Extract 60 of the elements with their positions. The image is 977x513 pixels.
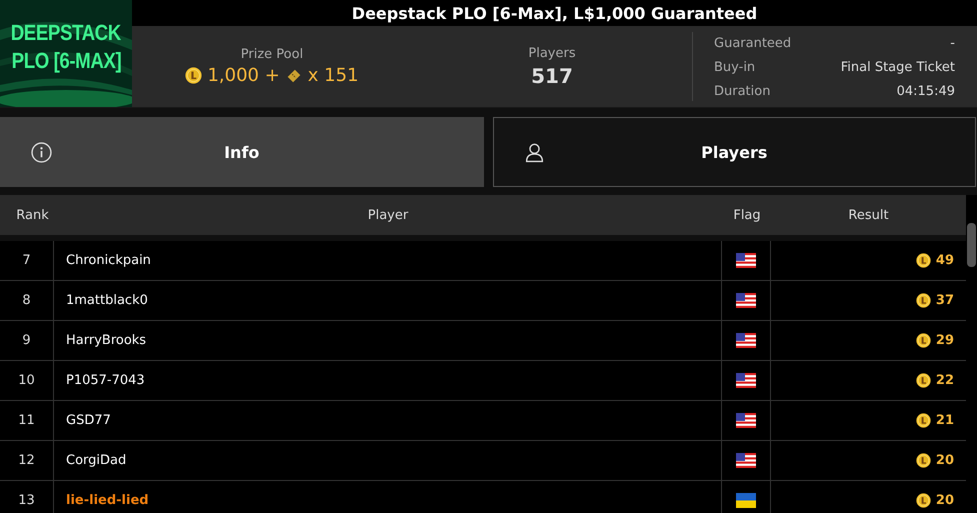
coin-icon: [185, 67, 202, 84]
player-name: 1mattblack0: [66, 293, 148, 308]
tab[interactable]: Info: [0, 117, 484, 187]
player-name: CorgiDad: [66, 453, 126, 468]
rank-cell: 12: [0, 441, 54, 480]
stat-label: Players: [528, 46, 576, 60]
result-value: 49: [936, 253, 954, 268]
player-count: 517: [531, 64, 573, 88]
detail-value: -: [950, 36, 955, 51]
us-flag-icon: [736, 293, 756, 308]
rank-cell: 10: [0, 361, 54, 400]
banner-title: PLO [6-MAX]: [11, 48, 121, 74]
detail-value: Final Stage Ticket: [840, 60, 955, 75]
ukraine-flag-icon: [736, 493, 756, 508]
result-value: 21: [936, 413, 954, 428]
us-flag-icon: [736, 413, 756, 428]
coin-icon: [916, 493, 931, 508]
coin-icon: [916, 373, 931, 388]
coin-icon: [916, 413, 931, 428]
us-flag-icon: [736, 453, 756, 468]
user-icon: [524, 142, 544, 163]
coin-icon: [916, 333, 931, 348]
detail-label: Guaranteed: [714, 36, 792, 51]
rank-cell: 8: [0, 281, 54, 320]
ticket-count: x 151: [308, 65, 359, 86]
us-flag-icon: [736, 333, 756, 348]
result-value: 37: [936, 293, 954, 308]
player-name: HarryBrooks: [66, 333, 146, 348]
rank-cell: 7: [0, 241, 54, 280]
column-header: Rank: [15, 208, 50, 222]
result-value: 29: [936, 333, 954, 348]
detail-value: 04:15:49: [896, 84, 955, 99]
result-value: 20: [936, 493, 954, 508]
prize-amount: 1,000 +: [207, 65, 280, 86]
column-header: Player: [366, 208, 410, 222]
result-value: 22: [936, 373, 954, 388]
scrollbar-thumb[interactable]: [967, 223, 976, 267]
rank-cell: 9: [0, 321, 54, 360]
info-icon: [31, 142, 52, 163]
player-name: Chronickpain: [66, 253, 151, 268]
player-name: GSD77: [66, 413, 111, 428]
coin-icon: [916, 293, 931, 308]
rank-cell: 11: [0, 401, 54, 440]
column-header: Flag: [732, 208, 762, 222]
us-flag-icon: [736, 253, 756, 268]
rank-cell: 13: [0, 481, 54, 513]
us-flag-icon: [736, 373, 756, 388]
coin-icon: [916, 253, 931, 268]
banner-title: DEEPSTACK: [10, 20, 122, 46]
result-value: 20: [936, 453, 954, 468]
detail-label: Duration: [714, 84, 770, 99]
window-title: Deepstack PLO [6-Max], L$1,000 Guaranteed: [352, 4, 758, 22]
player-name: lie-lied-lied: [66, 493, 149, 508]
tab[interactable]: Players: [492, 117, 976, 187]
detail-label: Buy-in: [714, 60, 756, 75]
stat-label: Prize Pool: [240, 47, 304, 62]
scrollbar[interactable]: [966, 195, 977, 513]
player-name: P1057-7043: [66, 373, 145, 388]
column-header: Result: [847, 208, 890, 222]
coin-icon: [916, 453, 931, 468]
